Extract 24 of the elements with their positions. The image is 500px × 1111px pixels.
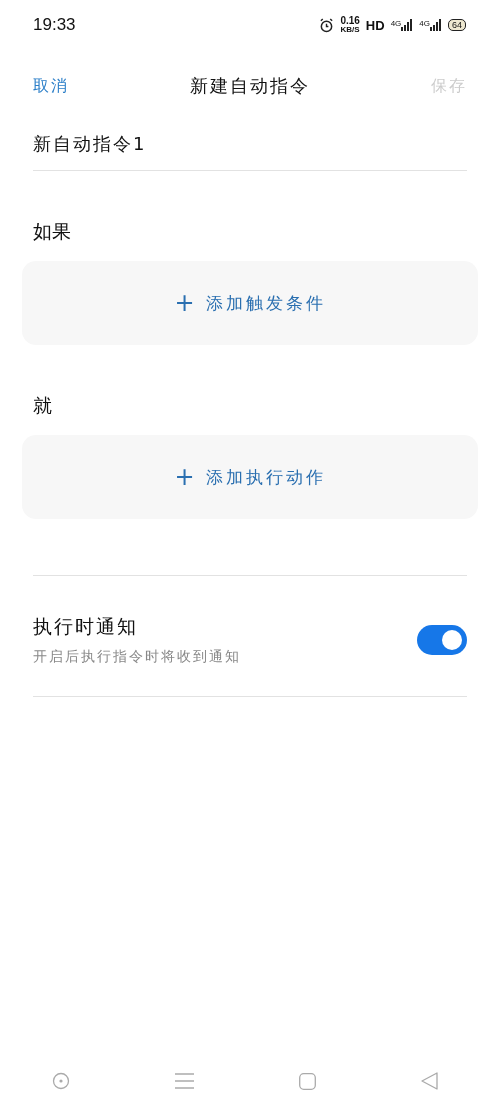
hd-indicator: HD [365, 17, 385, 33]
assistant-icon[interactable] [52, 1072, 71, 1090]
notify-title: 执行时通知 [33, 614, 139, 639]
network-type: 4G [390, 19, 402, 28]
notify-toggle[interactable] [417, 625, 467, 655]
network-speed: 0.16 [340, 16, 360, 26]
network-type: 4G [419, 19, 430, 28]
speed-unit: KB/S [340, 26, 360, 34]
section-label: 就 [33, 393, 53, 418]
home-icon[interactable] [298, 1072, 316, 1090]
name-input-field[interactable]: 新自动指令1 [33, 122, 467, 171]
page-title: 新建自动指令 [190, 74, 310, 98]
add-card-button[interactable]: + 添加触发条件 [22, 261, 478, 345]
signal-icon [430, 19, 442, 31]
alarm-icon [319, 17, 335, 33]
signal-icon [401, 19, 414, 31]
status-time: 19:33 [33, 15, 76, 35]
cancel-button[interactable]: 取消 [33, 75, 69, 97]
add-card-button[interactable]: + 添加执行动作 [22, 435, 478, 519]
section-label: 如果 [33, 219, 72, 244]
back-icon[interactable] [420, 1072, 438, 1090]
battery-level: 64 [448, 19, 466, 31]
menu-icon[interactable] [175, 1073, 195, 1089]
notify-subtitle: 开启后执行指令时将收到通知 [33, 648, 241, 666]
